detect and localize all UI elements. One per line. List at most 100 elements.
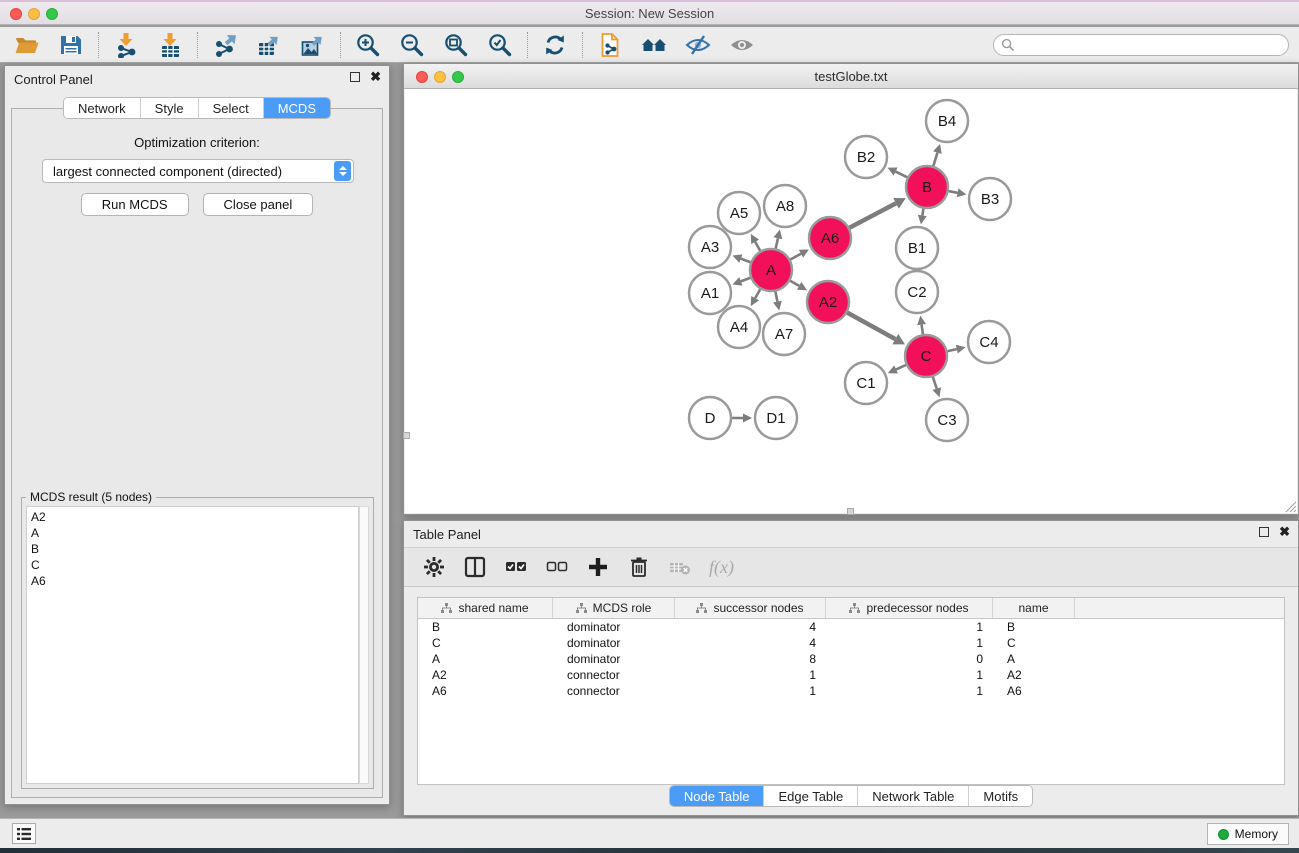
edge-arrowhead bbox=[956, 345, 966, 354]
import-table-icon[interactable] bbox=[157, 32, 183, 58]
float-table-panel-icon[interactable] bbox=[1259, 527, 1269, 537]
mcds-result-list[interactable]: A2ABCA6 bbox=[26, 506, 359, 784]
node-label-A4: A4 bbox=[730, 319, 748, 336]
network-canvas[interactable]: B4B2BB3A8A5A6A3B1AA1C2A2A4A7C4CC1C3DD1 bbox=[405, 89, 1297, 513]
close-panel-button[interactable]: Close panel bbox=[203, 193, 314, 216]
result-list-scrollbar[interactable] bbox=[359, 506, 369, 784]
float-panel-icon[interactable] bbox=[350, 72, 360, 82]
delete-table-icon[interactable] bbox=[668, 555, 692, 579]
table-cell: dominator bbox=[553, 619, 675, 635]
tab-mcds[interactable]: MCDS bbox=[263, 98, 330, 118]
import-network-icon[interactable] bbox=[113, 32, 139, 58]
node-label-A: A bbox=[766, 262, 776, 279]
table-cell: 4 bbox=[675, 619, 826, 635]
deselect-all-checkboxes-icon[interactable] bbox=[545, 555, 569, 579]
status-bar: Memory bbox=[0, 818, 1299, 848]
edge-arrowhead bbox=[933, 144, 942, 154]
network-graph[interactable]: B4B2BB3A8A5A6A3B1AA1C2A2A4A7C4CC1C3DD1 bbox=[405, 89, 1297, 513]
function-builder-icon[interactable]: f(x) bbox=[709, 557, 734, 578]
select-all-checkboxes-icon[interactable] bbox=[504, 555, 528, 579]
save-session-icon[interactable] bbox=[58, 32, 84, 58]
table-cell: dominator bbox=[553, 635, 675, 651]
add-column-icon[interactable] bbox=[586, 555, 610, 579]
table-cell: A2 bbox=[418, 667, 553, 683]
result-item[interactable]: B bbox=[31, 541, 358, 557]
table-cell: A6 bbox=[418, 683, 553, 699]
tab-network-table[interactable]: Network Table bbox=[857, 786, 968, 806]
column-label: predecessor nodes bbox=[866, 601, 968, 615]
hierarchy-icon bbox=[849, 603, 860, 614]
tab-edge-table[interactable]: Edge Table bbox=[763, 786, 857, 806]
search-input[interactable] bbox=[993, 34, 1289, 56]
table-cell: A6 bbox=[993, 683, 1075, 699]
window-resize-grip[interactable] bbox=[1283, 499, 1297, 513]
close-table-panel-icon[interactable]: ✖ bbox=[1279, 527, 1290, 537]
result-item[interactable]: A2 bbox=[31, 509, 358, 525]
zoom-fit-icon[interactable] bbox=[443, 32, 469, 58]
tab-select[interactable]: Select bbox=[198, 98, 263, 118]
column-header-shared-name[interactable]: shared name bbox=[418, 598, 553, 618]
table-row[interactable]: Cdominator41C bbox=[418, 635, 1284, 651]
task-history-button[interactable] bbox=[12, 823, 36, 844]
run-mcds-button[interactable]: Run MCDS bbox=[81, 193, 189, 216]
table-cell: 8 bbox=[675, 651, 826, 667]
birds-eye-view-icon[interactable] bbox=[729, 32, 755, 58]
bottom-splitter-handle[interactable] bbox=[847, 508, 854, 515]
table-cell: connector bbox=[553, 667, 675, 683]
edge-arrowhead bbox=[918, 215, 927, 225]
zoom-in-icon[interactable] bbox=[355, 32, 381, 58]
tab-network[interactable]: Network bbox=[64, 98, 140, 118]
table-row[interactable]: A6connector11A6 bbox=[418, 683, 1284, 699]
node-label-A2: A2 bbox=[819, 294, 837, 311]
search-icon bbox=[1001, 38, 1015, 52]
close-panel-icon[interactable]: ✖ bbox=[370, 72, 381, 82]
network-window-title: testGlobe.txt bbox=[404, 69, 1298, 84]
tab-node-table[interactable]: Node Table bbox=[670, 786, 764, 806]
hide-graphics-details-icon[interactable] bbox=[685, 32, 711, 58]
optimization-criterion-dropdown[interactable]: largest connected component (directed) bbox=[42, 159, 354, 183]
search-field-wrap bbox=[993, 34, 1289, 56]
export-table-icon[interactable] bbox=[256, 32, 282, 58]
network-window-titlebar[interactable]: testGlobe.txt bbox=[404, 64, 1298, 89]
zoom-selected-icon[interactable] bbox=[487, 32, 513, 58]
open-file-icon[interactable] bbox=[14, 32, 40, 58]
table-row[interactable]: Adominator80A bbox=[418, 651, 1284, 667]
table-cell: B bbox=[993, 619, 1075, 635]
node-label-B2: B2 bbox=[857, 149, 875, 166]
table-cell: connector bbox=[553, 683, 675, 699]
memory-status-icon bbox=[1218, 829, 1229, 840]
table-cell: 1 bbox=[675, 683, 826, 699]
result-item[interactable]: A6 bbox=[31, 573, 358, 589]
table-cell: 1 bbox=[826, 667, 993, 683]
node-label-C2: C2 bbox=[907, 284, 926, 301]
column-header-predecessor-nodes[interactable]: predecessor nodes bbox=[826, 598, 993, 618]
zoom-out-icon[interactable] bbox=[399, 32, 425, 58]
node-label-A6: A6 bbox=[821, 230, 839, 247]
export-image-icon[interactable] bbox=[300, 32, 326, 58]
tab-motifs[interactable]: Motifs bbox=[968, 786, 1032, 806]
result-item[interactable]: A bbox=[31, 525, 358, 541]
table-row[interactable]: Bdominator41B bbox=[418, 619, 1284, 635]
table-header-row: shared name MCDS role successor nodes prede… bbox=[418, 598, 1284, 619]
show-columns-icon[interactable] bbox=[463, 555, 487, 579]
column-header-successor-nodes[interactable]: successor nodes bbox=[675, 598, 826, 618]
new-network-from-selection-icon[interactable] bbox=[597, 32, 623, 58]
column-header-name[interactable]: name bbox=[993, 598, 1075, 618]
table-settings-icon[interactable] bbox=[422, 555, 446, 579]
show-home-panels-icon[interactable] bbox=[641, 32, 667, 58]
table-row[interactable]: A2connector11A2 bbox=[418, 667, 1284, 683]
node-label-A1: A1 bbox=[701, 285, 719, 302]
memory-button[interactable]: Memory bbox=[1207, 823, 1289, 845]
refresh-layout-icon[interactable] bbox=[542, 32, 568, 58]
mcds-result-fieldset: MCDS result (5 nodes) A2ABCA6 bbox=[21, 497, 374, 789]
delete-column-icon[interactable] bbox=[627, 555, 651, 579]
table-cell: 1 bbox=[826, 619, 993, 635]
column-header-MCDS-role[interactable]: MCDS role bbox=[553, 598, 675, 618]
memory-label: Memory bbox=[1235, 827, 1278, 841]
export-network-icon[interactable] bbox=[212, 32, 238, 58]
result-item[interactable]: C bbox=[31, 557, 358, 573]
table-cell: 1 bbox=[826, 635, 993, 651]
column-label: MCDS role bbox=[593, 601, 652, 615]
left-splitter-handle[interactable] bbox=[403, 432, 410, 439]
tab-style[interactable]: Style bbox=[140, 98, 198, 118]
